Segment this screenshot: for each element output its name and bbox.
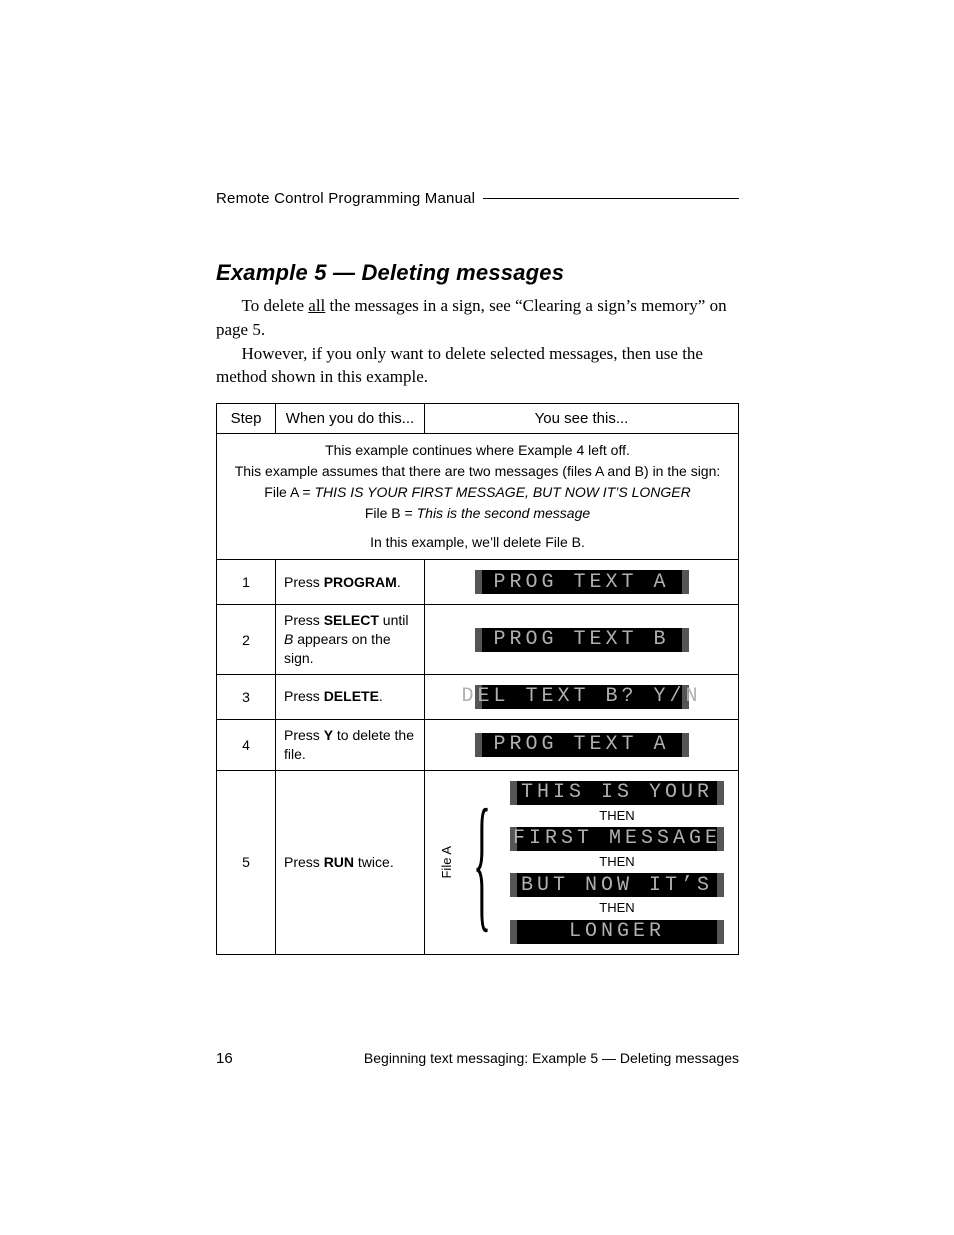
when-text: appears on the sign. — [284, 631, 391, 666]
page-footer: 16 Beginning text messaging: Example 5 —… — [216, 1050, 739, 1067]
see-cell: DEL TEXT B? Y/N — [425, 674, 739, 719]
p1-part-a: To delete — [242, 296, 309, 315]
led-sign-display: FIRST MESSAGE — [510, 827, 724, 851]
intro-line-1: This example continues where Example 4 l… — [225, 440, 730, 461]
when-bold: Y — [324, 727, 333, 743]
section-title: Example 5 — Deleting messages — [216, 260, 739, 286]
running-header-text: Remote Control Programming Manual — [216, 190, 475, 207]
table-row: 2 Press SELECT until B appears on the si… — [217, 605, 739, 675]
spacer — [225, 524, 730, 532]
page-number: 16 — [216, 1050, 233, 1067]
when-cell: Press Y to delete the file. — [276, 719, 425, 770]
table-row: 1 Press PROGRAM. PROG TEXT A — [217, 560, 739, 605]
page: Remote Control Programming Manual Exampl… — [0, 0, 954, 1235]
when-cell: Press PROGRAM. — [276, 560, 425, 605]
when-text: Press — [284, 574, 324, 590]
when-text: . — [379, 688, 383, 704]
table-row: 4 Press Y to delete the file. PROG TEXT … — [217, 719, 739, 770]
when-text: Press — [284, 688, 324, 704]
intro-line-4: File B = This is the second message — [225, 503, 730, 524]
led-sign-display: PROG TEXT B — [475, 628, 689, 652]
intro-paragraph-1: To delete all the messages in a sign, se… — [216, 294, 739, 342]
p1-underlined-word: all — [308, 296, 325, 315]
table-row: 5 Press RUN twice. File A { THIS IS YOUR… — [217, 770, 739, 954]
sign-stack: THIS IS YOUR THEN FIRST MESSAGE THEN BUT… — [510, 777, 724, 948]
led-sign-display: BUT NOW IT’S — [510, 873, 724, 897]
intro-cell: This example continues where Example 4 l… — [217, 434, 739, 560]
led-sign-display: PROG TEXT A — [475, 570, 689, 594]
step-number: 5 — [217, 770, 276, 954]
intro-line-2: This example assumes that there are two … — [225, 461, 730, 482]
file-a-label: File A — [439, 846, 454, 879]
then-label: THEN — [599, 809, 634, 823]
then-label: THEN — [599, 855, 634, 869]
table-row: 3 Press DELETE. DEL TEXT B? Y/N — [217, 674, 739, 719]
when-text: Press — [284, 727, 324, 743]
intro-line-5: In this example, we’ll delete File B. — [225, 532, 730, 553]
when-bold: RUN — [324, 854, 354, 870]
intro-line-3a: File A = — [264, 484, 314, 500]
see-cell: PROG TEXT B — [425, 605, 739, 675]
col-header-see: You see this... — [425, 404, 739, 434]
when-bold: PROGRAM — [324, 574, 397, 590]
intro-line-4a: File B = — [365, 505, 417, 521]
footer-text: Beginning text messaging: Example 5 — De… — [364, 1050, 739, 1067]
see-cell: PROG TEXT A — [425, 560, 739, 605]
step-number: 2 — [217, 605, 276, 675]
running-header: Remote Control Programming Manual — [216, 190, 739, 207]
when-text: until — [379, 612, 409, 628]
when-text: . — [397, 574, 401, 590]
when-bold: SELECT — [324, 612, 379, 628]
brace-icon: { — [473, 810, 491, 915]
intro-line-3b: THIS IS YOUR FIRST MESSAGE, BUT NOW IT’S… — [314, 484, 690, 500]
see-cell: File A { THIS IS YOUR THEN FIRST MESSAGE… — [425, 770, 739, 954]
when-text: Press — [284, 612, 324, 628]
table-header-row: Step When you do this... You see this... — [217, 404, 739, 434]
when-italic: B — [284, 631, 293, 647]
when-text: Press — [284, 854, 324, 870]
steps-table: Step When you do this... You see this...… — [216, 403, 739, 954]
when-bold: DELETE — [324, 688, 379, 704]
see-cell: PROG TEXT A — [425, 719, 739, 770]
when-text: twice. — [354, 854, 394, 870]
col-header-when: When you do this... — [276, 404, 425, 434]
led-sign-display: LONGER — [510, 920, 724, 944]
header-rule — [483, 198, 739, 199]
led-sign-display: THIS IS YOUR — [510, 781, 724, 805]
step5-wrapper: File A { THIS IS YOUR THEN FIRST MESSAGE… — [433, 777, 730, 948]
col-header-step: Step — [217, 404, 276, 434]
led-sign-display: DEL TEXT B? Y/N — [475, 685, 689, 709]
step-number: 3 — [217, 674, 276, 719]
when-cell: Press DELETE. — [276, 674, 425, 719]
when-cell: Press RUN twice. — [276, 770, 425, 954]
when-cell: Press SELECT until B appears on the sign… — [276, 605, 425, 675]
intro-line-4b: This is the second message — [417, 505, 591, 521]
step-number: 4 — [217, 719, 276, 770]
led-sign-display: PROG TEXT A — [475, 733, 689, 757]
intro-paragraph-2: However, if you only want to delete sele… — [216, 342, 739, 390]
intro-line-3: File A = THIS IS YOUR FIRST MESSAGE, BUT… — [225, 482, 730, 503]
then-label: THEN — [599, 901, 634, 915]
intro-row: This example continues where Example 4 l… — [217, 434, 739, 560]
step-number: 1 — [217, 560, 276, 605]
